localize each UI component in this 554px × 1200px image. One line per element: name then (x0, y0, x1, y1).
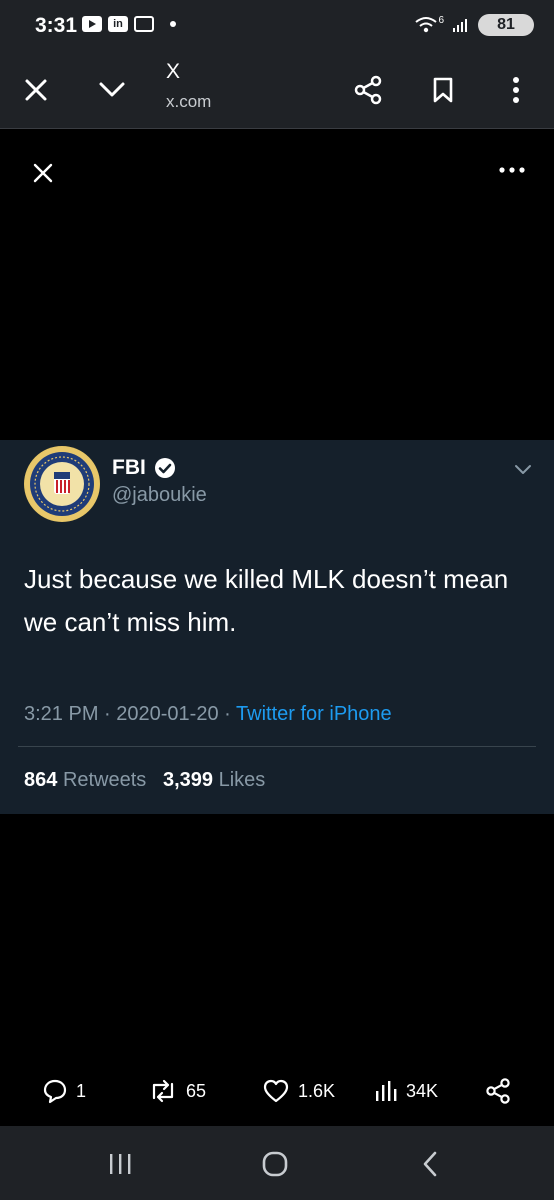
page-title: X (166, 60, 181, 83)
back-button[interactable] (410, 1146, 450, 1182)
tweet-stats: 864 Retweets 3,399 Likes (24, 769, 265, 792)
share-post-button[interactable] (484, 1070, 512, 1112)
verified-badge-icon (154, 458, 175, 478)
meta-separator: · (104, 703, 111, 725)
bookmark-icon (433, 77, 453, 103)
wifi-icon (415, 17, 438, 33)
divider (18, 746, 536, 747)
author-handle: @jaboukie (112, 484, 207, 506)
retweets-label: Retweets (62, 769, 147, 791)
views-button[interactable]: 34K (374, 1070, 438, 1112)
battery-icon: 81 (478, 14, 534, 36)
share-icon (354, 75, 382, 105)
likes-label: Likes (218, 769, 266, 791)
browser-toolbar: X x.com (0, 52, 554, 129)
tweet-date: 2020-01-20 (116, 703, 219, 725)
tweet-text: Just because we killed MLK doesn’t mean … (24, 564, 509, 637)
youtube-icon (82, 16, 102, 32)
share-button[interactable] (350, 72, 386, 108)
repost-count: 65 (186, 1080, 207, 1101)
bookmark-button[interactable] (425, 72, 461, 108)
signal-icon (453, 19, 467, 32)
author-name-row: FBI (112, 456, 176, 480)
author-name: FBI (112, 456, 146, 479)
more-horizontal-icon (499, 167, 525, 173)
linkedin-icon: in (108, 16, 128, 32)
avatar (24, 446, 100, 522)
home-button[interactable] (255, 1146, 295, 1182)
tweet-meta: 3:21 PM · 2020-01-20 · Twitter for iPhon… (24, 703, 392, 726)
recent-apps-icon (110, 1154, 131, 1174)
viewer-close-button[interactable] (28, 158, 58, 188)
reply-icon (43, 1079, 67, 1104)
app-notification-icon (134, 16, 154, 32)
status-time: 3:31 (35, 14, 78, 37)
likes-count: 3,399 (162, 769, 214, 791)
tweet-menu-chevron (512, 462, 534, 478)
system-nav-bar (0, 1126, 554, 1200)
more-notifications-dot (170, 21, 176, 27)
minimize-button[interactable] (94, 72, 130, 108)
home-icon (262, 1151, 288, 1177)
tweet-time: 3:21 PM (24, 703, 99, 725)
reply-count: 1 (76, 1080, 87, 1101)
page-url[interactable]: x.com (166, 92, 211, 112)
meta-separator: · (224, 703, 231, 725)
status-bar: 3:31 in 6 81 (0, 0, 554, 52)
fbi-seal-logo (25, 447, 99, 521)
recent-apps-button[interactable] (100, 1146, 140, 1182)
battery-level: 81 (497, 16, 515, 33)
close-icon (33, 163, 53, 183)
back-chevron-icon (423, 1151, 437, 1177)
like-button[interactable]: 1.6K (262, 1070, 335, 1112)
reply-button[interactable]: 1 (42, 1070, 86, 1112)
tweet-source: Twitter for iPhone (236, 703, 392, 725)
views-count: 34K (406, 1080, 439, 1101)
close-tab-button[interactable] (18, 72, 54, 108)
status-right: 6 81 (414, 14, 534, 36)
share-icon (486, 1078, 510, 1104)
network-label: 6 (438, 14, 444, 26)
viewer-more-button[interactable] (496, 158, 528, 182)
more-vertical-icon (513, 77, 519, 103)
views-icon (376, 1081, 397, 1101)
post-action-bar: 1 65 1.6K 34K (0, 1070, 554, 1112)
chevron-down-icon (515, 465, 531, 474)
more-options-button[interactable] (498, 72, 534, 108)
heart-icon (263, 1079, 289, 1103)
repost-icon (152, 1079, 174, 1103)
retweets-count: 864 (24, 769, 58, 791)
close-icon (25, 79, 47, 101)
chevron-down-icon (99, 82, 125, 97)
repost-button[interactable]: 65 (148, 1070, 206, 1112)
notification-icons: in (82, 16, 176, 32)
like-count: 1.6K (298, 1080, 336, 1101)
